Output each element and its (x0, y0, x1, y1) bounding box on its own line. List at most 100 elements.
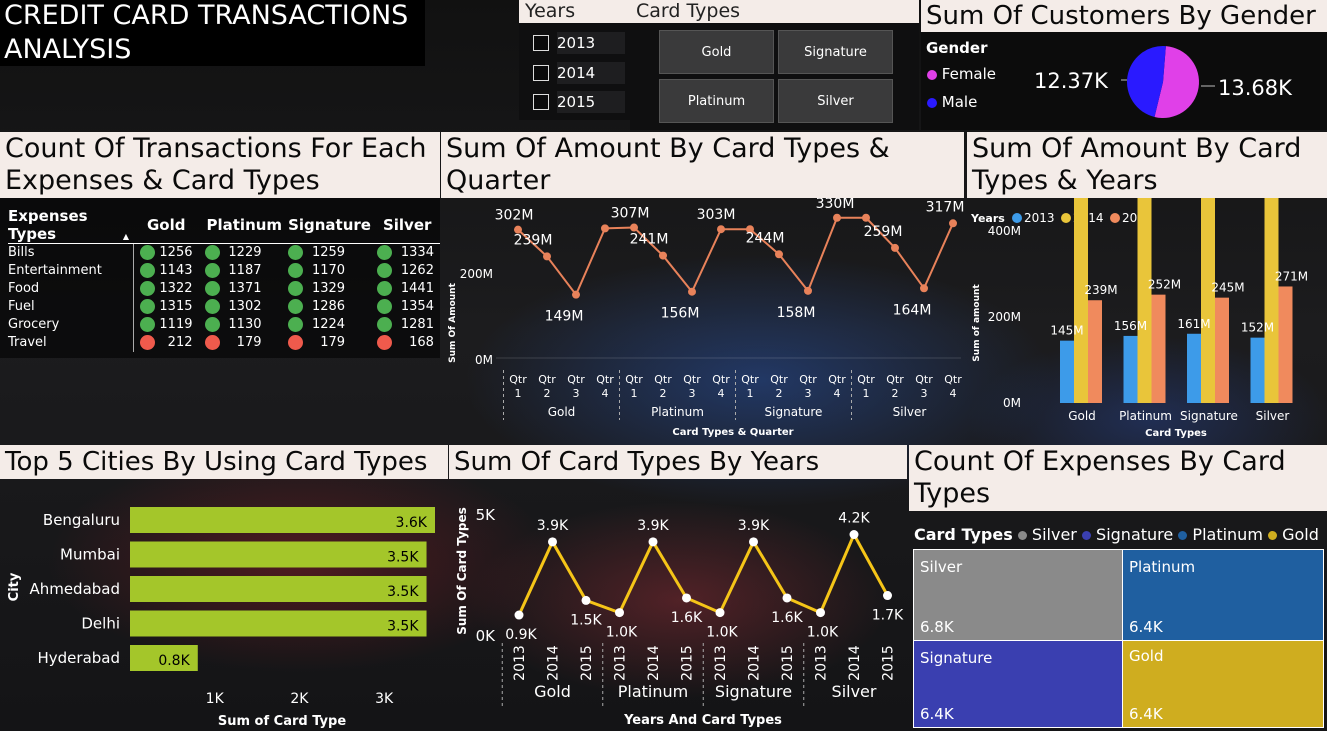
quarter-group-label: Platinum (651, 405, 704, 419)
cities-xtick: 3K (375, 691, 394, 707)
card-years-group-label: Platinum (618, 682, 688, 701)
years-chart-title-line2: Types & Years (972, 165, 1158, 196)
matrix-cell-value: 1322 (159, 281, 193, 296)
matrix-cell: 1329 (282, 280, 371, 298)
matrix-cell-value: 1229 (228, 245, 262, 260)
treemap-tile-gold-value: 6.4K (1129, 705, 1163, 723)
treemap-tile-signature-name: Signature (920, 649, 993, 667)
status-dot-icon (204, 299, 220, 314)
quarter-data-label: 259M (864, 224, 903, 240)
year-option-2014[interactable]: 2014 (557, 62, 625, 84)
card-years-ylabel: Sum Of Card Types (455, 507, 469, 635)
card-type-button-silver[interactable]: Silver (778, 79, 893, 123)
card-type-button-gold[interactable]: Gold (659, 30, 774, 74)
matrix-row[interactable]: Bills 1256 1229 1259 1334 (8, 243, 440, 263)
years-bar (1088, 300, 1102, 403)
matrix-cell-value: 1354 (400, 299, 434, 314)
legend-item-platinum[interactable]: Platinum (1178, 525, 1263, 544)
quarter-tick-label: Qtr (509, 373, 527, 386)
city-value-label: 3.5K (387, 550, 419, 566)
legend-item-silver[interactable]: Silver (1017, 525, 1077, 544)
matrix-row[interactable]: Travel 212 179 179 168 (8, 334, 440, 352)
years-bar-label: 156M (1114, 319, 1147, 333)
quarter-line-chart-panel: Sum Of Amount By Card Types & Quarter Su… (441, 132, 964, 442)
quarter-ytick-200: 200M (460, 267, 493, 281)
treemap-legend: Card Types Silver Signature Platinum Gol… (914, 525, 1319, 544)
matrix-cell: 1259 (282, 244, 371, 263)
card-years-tick-label: 2013 (713, 645, 729, 681)
matrix-cell: 1302 (199, 298, 283, 316)
cities-bar-chart-panel: Top 5 Cities By Using Card Types City Su… (0, 445, 448, 731)
years-legend-label: 2013 (1024, 211, 1055, 225)
card-years-group-label: Gold (534, 682, 571, 701)
card-years-data-label: 1.0K (706, 625, 738, 641)
quarter-tick-number: 3 (689, 387, 696, 400)
city-label: Mumbai (60, 546, 120, 564)
treemap-title-line1: Count Of Expenses By Card (914, 446, 1286, 477)
year-checkbox-2015[interactable] (533, 94, 549, 110)
cities-ylabel: City (7, 572, 22, 601)
treemap-tile-gold[interactable]: Gold 6.4K (1122, 640, 1324, 728)
matrix-cell-value: 1371 (228, 281, 262, 296)
year-option-2013[interactable]: 2013 (557, 32, 625, 54)
treemap-tile-signature[interactable]: Signature 6.4K (913, 640, 1123, 728)
quarter-data-label: 302M (495, 208, 534, 224)
quarter-point (775, 250, 783, 259)
treemap-tile-silver[interactable]: Silver 6.8K (913, 549, 1123, 641)
matrix-header-gold[interactable]: Gold (133, 207, 199, 244)
legend-item-signature[interactable]: Signature (1081, 525, 1173, 544)
legend-item-gold[interactable]: Gold (1268, 525, 1319, 544)
quarter-data-label: 156M (661, 306, 700, 322)
matrix-cell: 1281 (371, 316, 440, 334)
legend-silver-label: Silver (1031, 525, 1077, 544)
years-bar (1123, 335, 1138, 403)
cities-bar-chart: City Sum of Card Type Bengaluru 3.6K Mumba… (7, 507, 435, 729)
card-type-button-signature[interactable]: Signature (778, 30, 893, 74)
matrix-header-expenses[interactable]: Expenses Types ▲ (8, 207, 133, 244)
years-ytick: 200M (988, 310, 1021, 324)
quarter-point (572, 290, 580, 299)
quarter-tick-number: 1 (515, 387, 522, 400)
matrix-header-silver[interactable]: Silver (370, 207, 440, 244)
year-checkbox-2014[interactable] (533, 65, 549, 81)
years-bar-label: 245M (1211, 281, 1244, 295)
status-dot-icon (376, 335, 392, 350)
quarter-chart-title: Sum Of Amount By Card Types & Quarter (441, 132, 964, 198)
card-years-data-label: 3.9K (738, 518, 770, 534)
matrix-row[interactable]: Grocery 1119 1130 1224 1281 (8, 316, 440, 334)
quarter-tick-number: 2 (660, 387, 667, 400)
years-bar-chart: Years Sum of amount Card Types 0M200M400… (970, 198, 1308, 439)
quarter-tick-label: Qtr (712, 373, 730, 386)
matrix-header-signature[interactable]: Signature (282, 207, 371, 244)
legend-platinum-label: Platinum (1192, 525, 1263, 544)
year-checkbox-2013[interactable] (533, 35, 549, 51)
card-years-chart-title: Sum Of Card Types By Years (449, 445, 907, 479)
city-label: Hyderabad (38, 649, 121, 667)
city-value-label: 3.5K (387, 619, 419, 635)
years-bar (1264, 198, 1279, 403)
year-option-2015[interactable]: 2015 (557, 91, 625, 113)
treemap-tile-platinum[interactable]: Platinum 6.4K (1122, 549, 1324, 641)
quarter-tick-number: 4 (834, 387, 841, 400)
matrix-cell-value: 1334 (400, 245, 434, 260)
treemap-tile-platinum-name: Platinum (1129, 558, 1196, 576)
status-dot-icon (204, 317, 220, 332)
years-category-label: Signature (1180, 409, 1238, 423)
matrix-row[interactable]: Fuel 1315 1302 1286 1354 (8, 298, 440, 316)
matrix-header-platinum[interactable]: Platinum (198, 207, 283, 244)
matrix-cell: 1354 (371, 298, 440, 316)
quarter-tick-label: Qtr (886, 373, 904, 386)
status-dot-icon (288, 245, 304, 260)
matrix-cell-value: 1187 (228, 263, 262, 278)
quarter-point (717, 225, 725, 234)
cities-chart-title: Top 5 Cities By Using Card Types (0, 445, 448, 479)
treemap-panel: Count Of Expenses By Card Types Card Typ… (909, 445, 1327, 731)
report-title-line2: ANALYSIS (4, 34, 132, 65)
card-type-button-platinum[interactable]: Platinum (659, 79, 774, 123)
treemap-legend-title: Card Types (914, 525, 1013, 544)
matrix-row[interactable]: Food 1322 1371 1329 1441 (8, 280, 440, 298)
card-years-xlabel: Years And Card Types (623, 713, 782, 728)
matrix-row[interactable]: Entertainment 1143 1187 1170 1262 (8, 262, 440, 280)
city-label: Ahmedabad (29, 580, 120, 598)
matrix-cell: 1119 (133, 316, 199, 334)
